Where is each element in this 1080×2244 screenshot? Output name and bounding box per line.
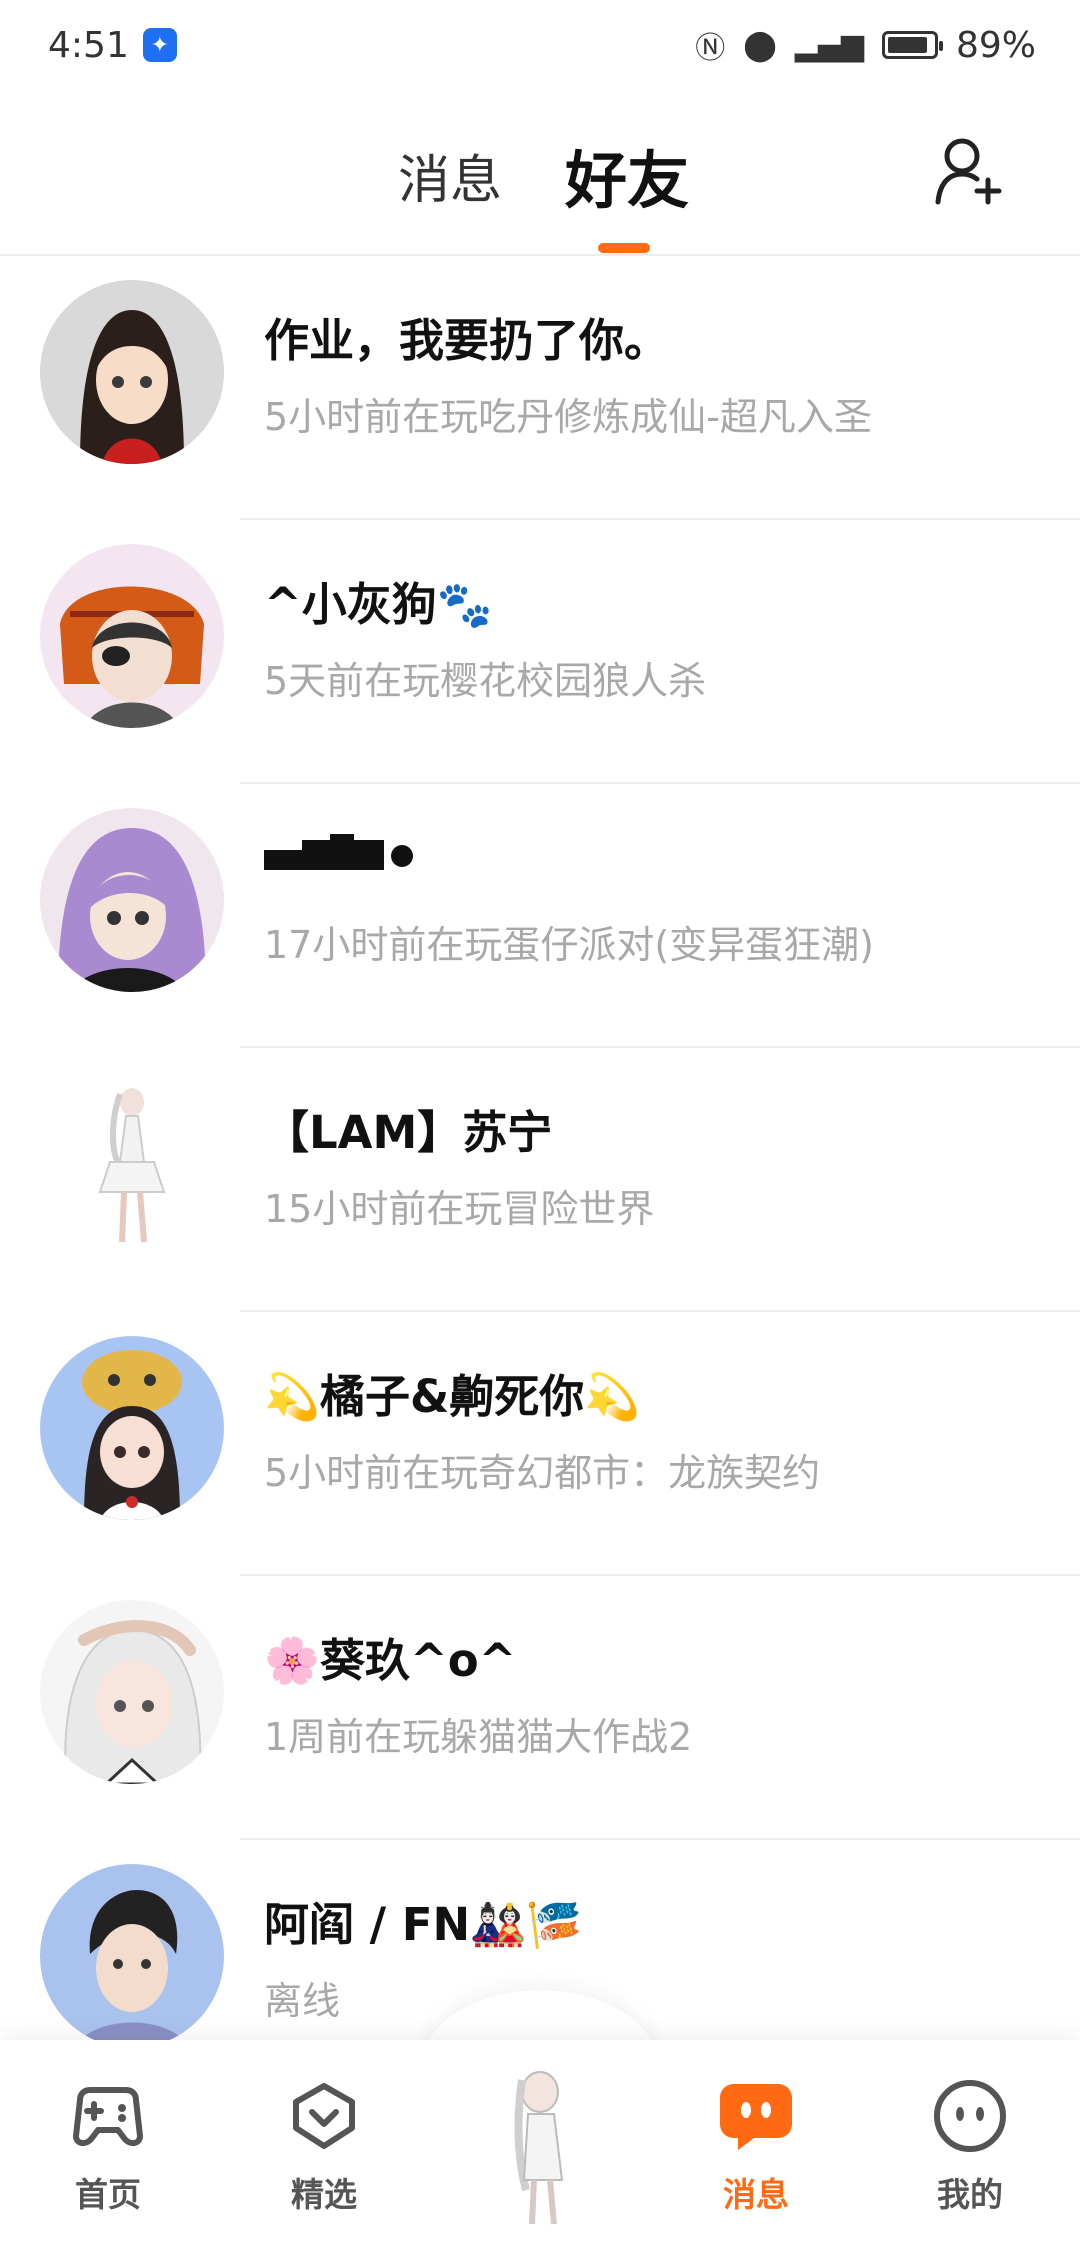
friend-name: 阿阎 / FN🎎🎏 <box>264 1898 583 1951</box>
battery-percent: 89% <box>955 24 1036 66</box>
avatar[interactable] <box>40 1072 224 1256</box>
avatar[interactable] <box>40 544 224 728</box>
friend-list: 作业，我要扔了你。 5小时前在玩吃丹修炼成仙-超凡入圣 ^小灰狗🐾 5天前在玩樱… <box>0 256 1080 2104</box>
friend-row[interactable]: 作业，我要扔了你。 5小时前在玩吃丹修炼成仙-超凡入圣 <box>0 256 1080 520</box>
signal-icon: ▂▄▆ <box>794 27 864 63</box>
friend-name: 🌸葵玖^o^ <box>264 1634 517 1687</box>
location-icon: ⬤ <box>743 27 777 63</box>
redacted-name-mark <box>264 834 413 870</box>
friend-name: ^小灰狗🐾 <box>264 578 493 631</box>
friend-row[interactable]: 17小时前在玩蛋仔派对(变异蛋狂潮) <box>0 784 1080 1048</box>
heart-badge-icon <box>293 2083 355 2149</box>
friend-name-redacted <box>264 832 414 885</box>
header: 消息 好友 <box>0 110 1080 255</box>
center-avatar-icon[interactable] <box>480 2040 600 2230</box>
tab-friends[interactable]: 好友 <box>565 130 689 220</box>
friend-name: 💫橘子&齁死你💫 <box>264 1370 641 1423</box>
avatar[interactable] <box>40 808 224 992</box>
friend-status: 5小时前在玩奇幻都市：龙族契约 <box>264 1451 821 1495</box>
friend-row[interactable]: ^小灰狗🐾 5天前在玩樱花校园狼人杀 <box>0 520 1080 784</box>
nav-featured[interactable]: 精选 <box>254 2074 394 2216</box>
friend-row[interactable]: 💫橘子&齁死你💫 5小时前在玩奇幻都市：龙族契约 <box>0 1312 1080 1576</box>
nav-mine[interactable]: 我的 <box>900 2074 1040 2216</box>
nfc-icon: Ⓝ <box>695 31 726 66</box>
battery-icon <box>881 31 943 59</box>
nav-featured-label: 精选 <box>291 2175 357 2214</box>
nav-home[interactable]: 首页 <box>38 2074 178 2216</box>
friend-row[interactable]: 【LAM】苏宁 15小时前在玩冒险世界 <box>0 1048 1080 1312</box>
nav-messages-label: 消息 <box>723 2175 789 2214</box>
add-friend-icon[interactable] <box>932 132 1008 208</box>
nav-messages[interactable]: 消息 <box>686 2074 826 2216</box>
friend-status: 1周前在玩躲猫猫大作战2 <box>264 1715 693 1759</box>
friend-status: 17小时前在玩蛋仔派对(变异蛋狂潮) <box>264 923 875 967</box>
friend-name: 【LAM】苏宁 <box>264 1106 553 1159</box>
chat-bubble-icon <box>720 2084 792 2150</box>
friend-status: 离线 <box>264 1979 341 2023</box>
status-time: 4:51 <box>48 24 129 66</box>
gamepad-icon <box>73 2087 143 2146</box>
friend-name: 作业，我要扔了你。 <box>264 314 670 367</box>
friend-status: 15小时前在玩冒险世界 <box>264 1187 655 1231</box>
smiley-face-icon <box>934 2080 1006 2152</box>
status-bar: 4:51 ✦ Ⓝ ⬤ ▂▄▆ 89% <box>0 0 1080 90</box>
avatar[interactable] <box>40 1600 224 1784</box>
nav-home-label: 首页 <box>75 2175 141 2214</box>
avatar[interactable] <box>40 1864 224 2048</box>
tab-messages[interactable]: 消息 <box>398 138 502 213</box>
active-tab-indicator <box>598 243 650 253</box>
friend-status: 5天前在玩樱花校园狼人杀 <box>264 659 707 703</box>
avatar[interactable] <box>40 1336 224 1520</box>
nav-mine-label: 我的 <box>937 2175 1003 2214</box>
avatar[interactable] <box>40 280 224 464</box>
friend-status: 5小时前在玩吃丹修炼成仙-超凡入圣 <box>264 395 872 439</box>
lightbulb-icon: ✦ <box>142 28 177 62</box>
friend-row[interactable]: 🌸葵玖^o^ 1周前在玩躲猫猫大作战2 <box>0 1576 1080 1840</box>
